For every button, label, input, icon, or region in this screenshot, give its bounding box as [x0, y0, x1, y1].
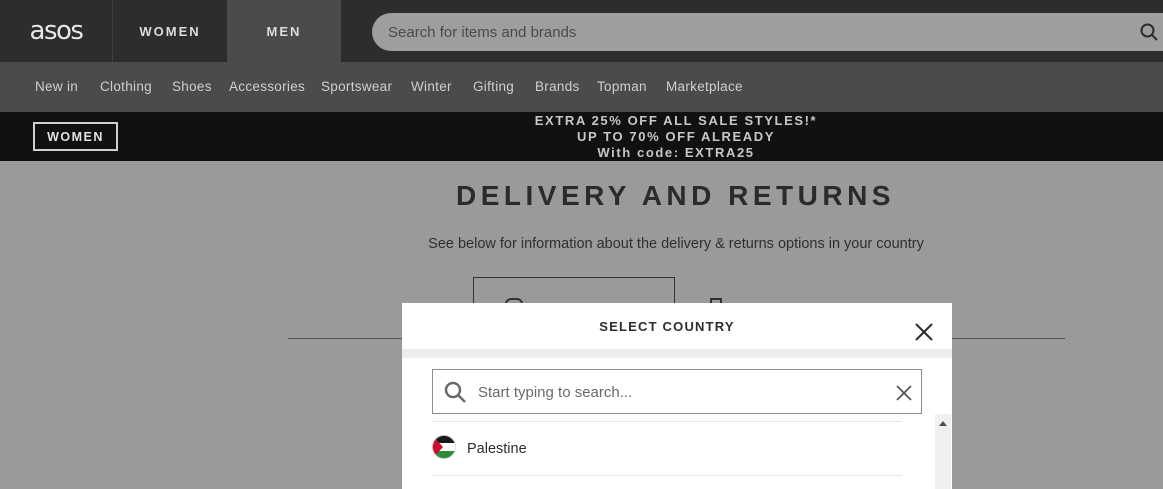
category-nav: New in Clothing Shoes Accessories Sports… [0, 62, 1163, 112]
promo-women-button[interactable]: WOMEN [33, 122, 118, 151]
country-search-placeholder: Start typing to search... [478, 384, 633, 401]
clear-icon[interactable] [895, 384, 913, 402]
nav-accessories[interactable]: Accessories [229, 79, 305, 94]
top-header: asos WOMEN MEN Search for items and bran… [0, 0, 1163, 62]
nav-topman[interactable]: Topman [597, 79, 647, 94]
tab-men[interactable]: MEN [227, 0, 341, 62]
modal-separator [402, 349, 952, 358]
tab-women[interactable]: WOMEN [112, 0, 227, 62]
asos-logo[interactable]: asos [0, 0, 112, 62]
site-search-placeholder: Search for items and brands [388, 24, 577, 41]
magnifier-icon [444, 381, 466, 403]
nav-brands[interactable]: Brands [535, 79, 580, 94]
list-divider [432, 475, 902, 476]
nav-sportswear[interactable]: Sportswear [321, 79, 392, 94]
country-item-palestine[interactable]: Palestine [432, 431, 902, 467]
list-divider [432, 421, 902, 422]
promo-line-2: UP TO 70% OFF ALREADY [576, 129, 776, 144]
nav-winter[interactable]: Winter [411, 79, 452, 94]
scroll-up-arrow-icon[interactable] [939, 421, 947, 426]
close-icon[interactable] [914, 322, 934, 342]
country-list-scrollbar[interactable] [935, 414, 951, 489]
modal-header: SELECT COUNTRY [402, 303, 952, 349]
promo-line-1: EXTRA 25% OFF ALL SALE STYLES!* [534, 113, 818, 128]
page-title: DELIVERY AND RETURNS [455, 180, 895, 211]
page-subtitle: See below for information about the deli… [428, 236, 924, 252]
nav-shoes[interactable]: Shoes [172, 79, 212, 94]
country-search-input[interactable]: Start typing to search... [432, 369, 922, 414]
nav-marketplace[interactable]: Marketplace [666, 79, 743, 94]
country-label: Palestine [467, 441, 527, 457]
modal-title: SELECT COUNTRY [599, 319, 735, 334]
palestine-flag-icon [432, 435, 456, 459]
nav-new-in[interactable]: New in [35, 79, 78, 94]
nav-clothing[interactable]: Clothing [100, 79, 152, 94]
search-icon[interactable] [1139, 22, 1159, 42]
select-country-modal: SELECT COUNTRY Start typing to search... [402, 303, 952, 489]
promo-line-3: With code: EXTRA25 [597, 145, 755, 160]
nav-gifting[interactable]: Gifting [473, 79, 514, 94]
site-search-input[interactable]: Search for items and brands [372, 13, 1163, 51]
